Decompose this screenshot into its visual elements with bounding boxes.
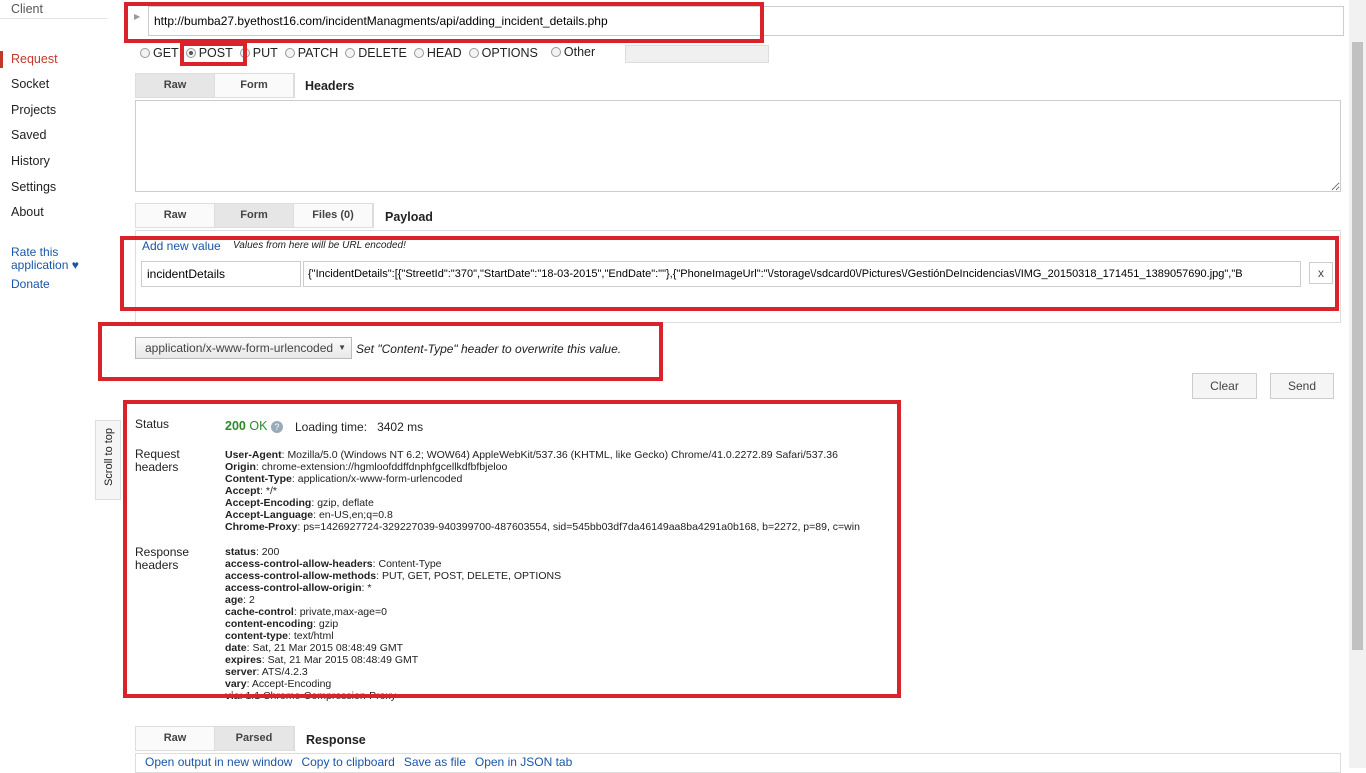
sidebar-item-history[interactable]: History [11,154,50,168]
radio-icon[interactable] [345,48,356,58]
sidebar-item-request[interactable]: Request [11,52,58,66]
radio-icon[interactable] [140,48,150,58]
method-label: PUT [252,46,278,60]
rate-link[interactable]: Rate this application ♥ [11,246,91,272]
scrollbar-thumb[interactable] [1352,42,1363,650]
headers-textarea[interactable] [135,100,1341,192]
donate-link[interactable]: Donate [11,277,50,291]
app-title: Client [11,2,43,16]
send-button[interactable]: Send [1270,373,1334,399]
highlight-post [180,42,247,66]
headers-tabs: Raw Form [135,73,295,98]
tab-payload-form[interactable]: Form [215,204,294,227]
method-label: HEAD [426,46,462,60]
scrollbar[interactable] [1349,0,1366,768]
method-radio-head[interactable]: HEAD [413,46,462,60]
tab-response-parsed[interactable]: Parsed [215,727,294,750]
highlight-result [123,400,901,698]
highlight-payload [120,236,1339,311]
scroll-to-top-label: Scroll to top [103,427,115,487]
sidebar-item-settings[interactable]: Settings [11,180,56,194]
clear-button[interactable]: Clear [1192,373,1257,399]
sidebar-item-about[interactable]: About [11,205,44,219]
method-radio-other[interactable]: Other [550,44,596,60]
response-links: Open output in new window Copy to clipboa… [145,755,581,769]
method-radio-patch[interactable]: PATCH [284,46,339,60]
tab-headers-form[interactable]: Form [215,74,294,97]
tab-response-raw[interactable]: Raw [136,727,215,750]
method-label: DELETE [358,46,407,60]
tab-headers-raw[interactable]: Raw [136,74,215,97]
divider [0,18,108,19]
response-tabs: Raw Parsed [135,726,295,751]
tab-payload-raw[interactable]: Raw [136,204,215,227]
save-file-link[interactable]: Save as file [404,755,466,769]
radio-icon[interactable] [284,48,295,58]
tab-payload-files[interactable]: Files (0) [294,204,373,227]
sidebar-item-saved[interactable]: Saved [11,128,46,142]
radio-icon[interactable] [550,47,561,57]
payload-tabs: Raw Form Files (0) [135,203,374,228]
method-radio-options[interactable]: OPTIONS [468,46,538,60]
method-radio-get[interactable]: GET [140,46,179,60]
radio-icon[interactable] [468,48,479,58]
active-indicator [0,51,3,68]
method-label: Other [563,45,596,59]
scroll-to-top-button[interactable]: Scroll to top [95,420,121,500]
copy-clipboard-link[interactable]: Copy to clipboard [301,755,394,769]
method-label: PATCH [297,46,339,60]
method-radio-delete[interactable]: DELETE [345,46,407,60]
method-label: OPTIONS [481,46,538,60]
open-new-window-link[interactable]: Open output in new window [145,755,292,769]
method-label: GET [153,46,179,60]
payload-label: Payload [385,210,433,224]
highlight-content-type [98,322,663,381]
highlight-url [124,2,764,43]
other-method-input[interactable] [625,45,769,63]
sidebar-item-projects[interactable]: Projects [11,103,56,117]
response-label: Response [306,733,366,747]
headers-label: Headers [305,79,355,93]
sidebar-item-socket[interactable]: Socket [11,77,49,91]
radio-icon[interactable] [413,48,424,58]
open-json-tab-link[interactable]: Open in JSON tab [475,755,572,769]
